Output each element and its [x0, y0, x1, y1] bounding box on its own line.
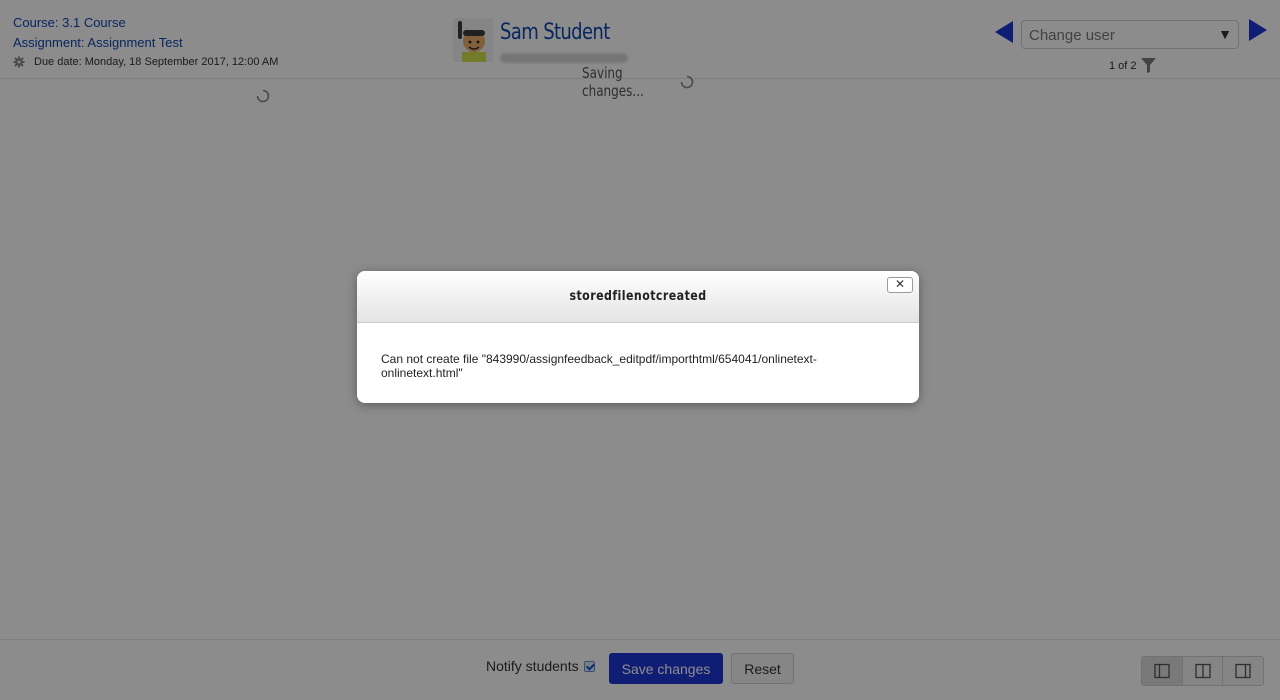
dialog-header: storedfilenotcreated ✕ [357, 271, 919, 323]
dialog-message: Can not create file "843990/assignfeedba… [381, 352, 817, 380]
error-dialog: storedfilenotcreated ✕ Can not create fi… [357, 271, 919, 403]
close-icon[interactable]: ✕ [887, 277, 913, 293]
dialog-title: storedfilenotcreated [569, 289, 707, 304]
